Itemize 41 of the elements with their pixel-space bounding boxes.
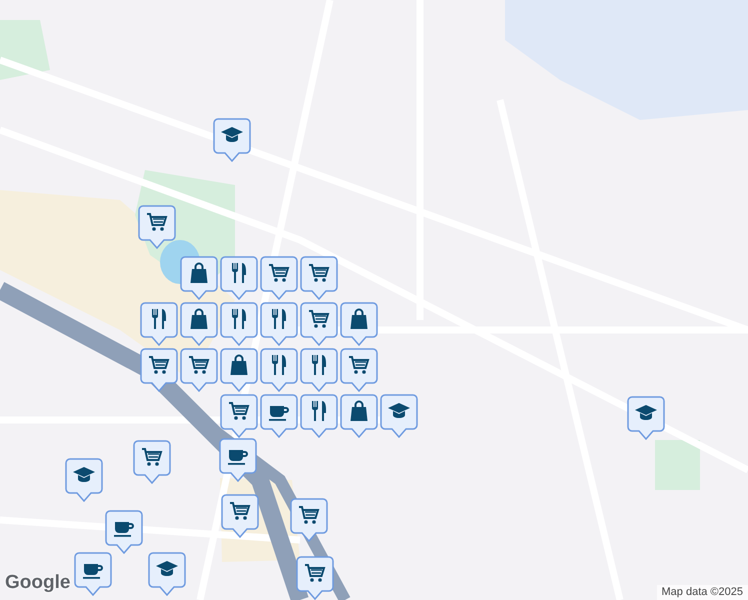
map-marker[interactable] [133, 440, 171, 484]
map-marker[interactable] [290, 498, 328, 542]
google-logo[interactable]: Google [5, 568, 70, 597]
map-marker[interactable] [74, 552, 112, 596]
map-marker[interactable] [148, 552, 186, 596]
map-marker[interactable] [213, 118, 251, 162]
map-marker[interactable] [260, 394, 298, 438]
cart-icon [140, 445, 164, 469]
map-marker[interactable] [296, 556, 334, 600]
map-marker[interactable] [340, 348, 378, 392]
map-marker[interactable] [300, 302, 338, 346]
cart-icon [303, 561, 327, 585]
map-marker[interactable] [65, 458, 103, 502]
map-marker[interactable] [220, 256, 258, 300]
map-marker[interactable] [300, 348, 338, 392]
map-marker[interactable] [627, 396, 665, 440]
cart-icon [145, 210, 169, 234]
cart-icon [347, 353, 371, 377]
map-attribution: Map data ©2025 [656, 585, 748, 600]
map-marker[interactable] [300, 394, 338, 438]
cart-icon [267, 261, 291, 285]
map-marker[interactable] [140, 348, 178, 392]
map-marker[interactable] [220, 394, 258, 438]
cart-icon [227, 399, 251, 423]
map-marker[interactable] [105, 510, 143, 554]
map-marker[interactable] [260, 256, 298, 300]
map-marker[interactable] [220, 302, 258, 346]
cart-icon [307, 307, 331, 331]
map-marker[interactable] [220, 348, 258, 392]
cart-icon [297, 503, 321, 527]
map-marker[interactable] [340, 302, 378, 346]
map-marker[interactable] [260, 348, 298, 392]
map-marker[interactable] [380, 394, 418, 438]
cart-icon [147, 353, 171, 377]
map-marker[interactable] [260, 302, 298, 346]
cart-icon [228, 499, 252, 523]
map-marker[interactable] [300, 256, 338, 300]
cart-icon [307, 261, 331, 285]
map-marker[interactable] [180, 348, 218, 392]
cart-icon [187, 353, 211, 377]
map-marker[interactable] [340, 394, 378, 438]
